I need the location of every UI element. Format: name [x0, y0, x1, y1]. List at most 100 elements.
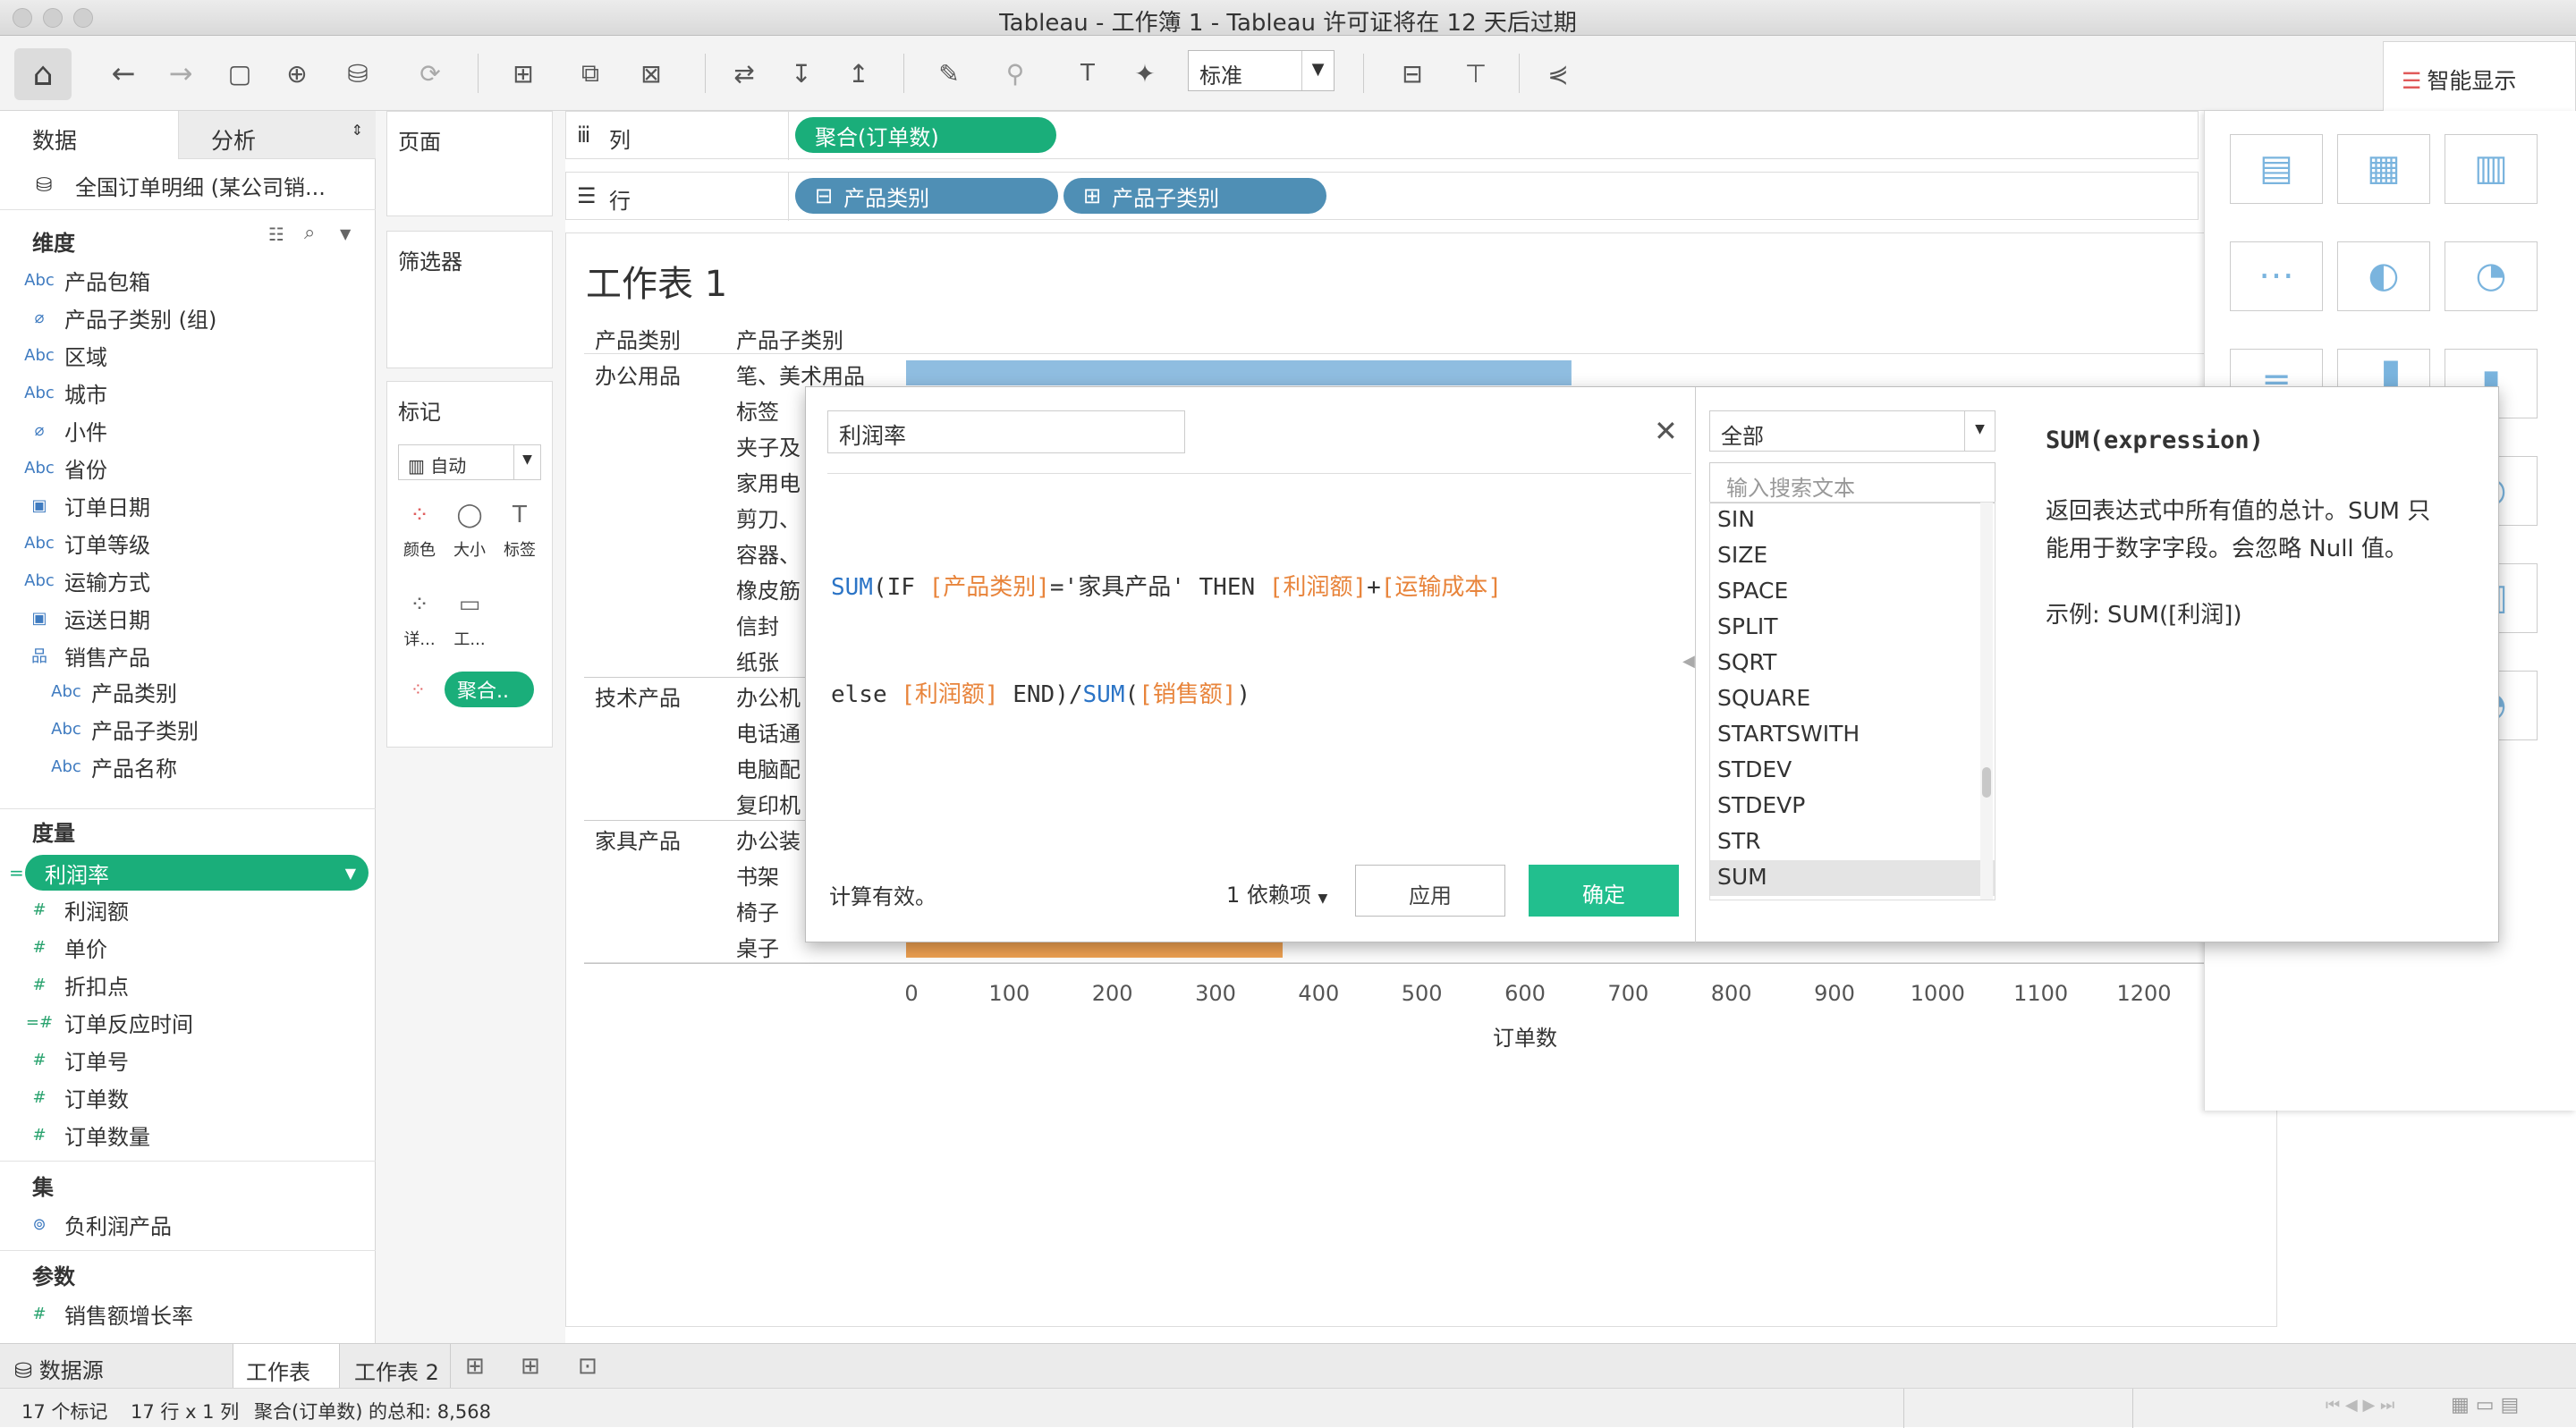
measure-item[interactable]: # 订单数: [14, 1078, 372, 1116]
detail-button[interactable]: ⁘ 详...: [398, 582, 441, 657]
chart-type-thumbnail[interactable]: ◐: [2337, 241, 2430, 311]
formula-editor[interactable]: SUM(IF [产品类别]='家具产品' THEN [利润额]+[运输成本] e…: [831, 498, 1690, 820]
new-datasource-icon[interactable]: ⊕: [274, 54, 320, 93]
dimension-item[interactable]: Abc 产品包箱: [14, 261, 372, 299]
datasource-options-icon[interactable]: ⛁: [331, 54, 385, 93]
rows-pill-subcategory[interactable]: ⊞ 产品子类别: [1063, 178, 1326, 214]
measure-item[interactable]: =# 订单反应时间: [14, 1003, 372, 1041]
datasource-item[interactable]: ⛁ 全国订单明细 (某公司销...: [36, 166, 367, 204]
dependencies-dropdown[interactable]: 1 依赖项 ▼: [1226, 877, 1327, 908]
columns-pill[interactable]: 聚合(订单数): [795, 117, 1056, 153]
dimension-item[interactable]: Abc 订单等级: [14, 524, 372, 562]
measure-item[interactable]: # 单价: [14, 928, 372, 966]
sheet-sorter-icon[interactable]: ▦ ▭ ▤: [2451, 1394, 2519, 1416]
chart-type-thumbnail[interactable]: ◔: [2445, 241, 2538, 311]
function-item[interactable]: SPLIT: [1710, 610, 1995, 646]
function-item[interactable]: SQRT: [1710, 646, 1995, 681]
search-icon[interactable]: ⌕: [304, 222, 315, 244]
function-item[interactable]: SQUARE: [1710, 681, 1995, 717]
group-icon[interactable]: ⚲: [987, 54, 1043, 93]
show-me-button[interactable]: ☰ 智能显示: [2383, 41, 2576, 111]
tab-datasource[interactable]: ⛁ 数据源: [14, 1353, 104, 1384]
clear-sheet-icon[interactable]: ⊠: [624, 54, 678, 93]
new-dashboard-icon[interactable]: ⊞: [521, 1353, 540, 1380]
sheet-navigation-icon[interactable]: ⏮ ◀ ▶ ⏭: [2326, 1396, 2394, 1415]
sort-ascending-icon[interactable]: ↧: [778, 54, 825, 93]
rows-shelf[interactable]: ☰ 行 ⊟ 产品类别 ⊞ 产品子类别: [565, 172, 2199, 221]
save-icon[interactable]: ▢: [216, 54, 263, 93]
hierarchy-child-item[interactable]: Abc 产品名称: [41, 748, 372, 785]
swap-icon[interactable]: ⇄: [721, 54, 767, 93]
function-item[interactable]: STR: [1710, 824, 1995, 860]
sort-descending-icon[interactable]: ↥: [835, 54, 882, 93]
dimension-item[interactable]: Abc 运输方式: [14, 562, 372, 599]
function-item[interactable]: SIZE: [1710, 538, 1995, 574]
new-sheet-icon[interactable]: ⊞: [494, 54, 553, 93]
highlight-icon[interactable]: ✎: [921, 54, 977, 93]
share-icon[interactable]: ⋞: [1535, 54, 1581, 93]
apply-button[interactable]: 应用: [1355, 865, 1505, 917]
redo-icon[interactable]: →: [157, 54, 204, 93]
collapse-panel-icon[interactable]: ◀: [1682, 652, 1695, 671]
function-item[interactable]: SUM: [1710, 860, 1995, 896]
calc-name-field[interactable]: 利润率: [827, 410, 1185, 453]
columns-shelf[interactable]: ⅲ 列 聚合(订单数): [565, 111, 2199, 160]
dimension-item[interactable]: Abc 省份: [14, 449, 372, 486]
label-button[interactable]: T 标签: [498, 493, 541, 568]
function-item[interactable]: SPACE: [1710, 574, 1995, 610]
function-item[interactable]: STDEV: [1710, 753, 1995, 789]
set-item[interactable]: ⊚ 负利润产品: [14, 1205, 372, 1243]
close-icon[interactable]: ✕: [1654, 414, 1678, 448]
tab-sheet-1[interactable]: 工作表 1: [233, 1344, 340, 1411]
scrollbar-thumb[interactable]: [1982, 767, 1991, 798]
measure-item[interactable]: # 订单数量: [14, 1116, 372, 1153]
function-list-scrollbar[interactable]: [1980, 503, 1993, 900]
dimension-item[interactable]: Abc 城市: [14, 374, 372, 411]
measure-pill-profit-rate[interactable]: =# 利润率 ▼: [9, 855, 369, 891]
measure-item[interactable]: # 利润额: [14, 891, 372, 928]
hierarchy-child-item[interactable]: Abc 产品子类别: [41, 710, 372, 748]
dimension-item[interactable]: ▣ 运送日期: [14, 599, 372, 637]
function-list[interactable]: SIN SIZE SPACE SPLIT SQRT SQUARE STARTSWITH STD…: [1709, 502, 1996, 900]
pin-icon[interactable]: ✦: [1122, 54, 1168, 93]
function-search-input[interactable]: 输入搜索文本: [1709, 462, 1996, 503]
new-worksheet-icon[interactable]: ⊞: [465, 1353, 485, 1380]
chart-type-thumbnail[interactable]: ▥: [2445, 134, 2538, 204]
size-button[interactable]: ◯ 大小: [448, 493, 491, 568]
home-icon[interactable]: ⌂: [14, 48, 72, 100]
duplicate-sheet-icon[interactable]: ⧉: [567, 54, 614, 93]
chevron-down-icon[interactable]: ▼: [340, 225, 351, 242]
dimension-item[interactable]: ⌀ 小件: [14, 411, 372, 449]
tooltip-button[interactable]: ▭ 工...: [448, 582, 491, 657]
function-item[interactable]: STARTSWITH: [1710, 717, 1995, 753]
dimension-item[interactable]: ▣ 订单日期: [14, 486, 372, 524]
chart-type-thumbnail[interactable]: ▤: [2230, 134, 2323, 204]
tab-data[interactable]: 数据: [0, 111, 179, 159]
tab-analysis[interactable]: 分析 ⇕: [179, 111, 376, 159]
presentation-icon[interactable]: ⊤: [1453, 54, 1499, 93]
color-button[interactable]: ⁘ 颜色: [398, 493, 441, 568]
view-list-icon[interactable]: ☷: [268, 224, 284, 245]
dimension-item[interactable]: Abc 区域: [14, 336, 372, 374]
function-item[interactable]: SIN: [1710, 503, 1995, 538]
measure-item[interactable]: # 订单号: [14, 1041, 372, 1078]
rows-pill-category[interactable]: ⊟ 产品类别: [795, 178, 1058, 214]
filters-card[interactable]: 筛选器: [386, 231, 553, 368]
chart-type-thumbnail[interactable]: ▦: [2337, 134, 2430, 204]
tab-sheet-2[interactable]: 工作表 2: [343, 1344, 451, 1389]
view-size-select[interactable]: 标准 ▼: [1188, 50, 1335, 91]
function-item[interactable]: TAN: [1710, 896, 1995, 900]
label-icon[interactable]: T: [1064, 54, 1111, 93]
chart-type-thumbnail[interactable]: ⋯: [2230, 241, 2323, 311]
bar[interactable]: [906, 360, 1572, 385]
dimension-item[interactable]: 品销售产品: [14, 637, 372, 674]
pages-card[interactable]: 页面: [386, 111, 553, 216]
hierarchy-child-item[interactable]: Abc 产品类别: [41, 672, 372, 710]
undo-icon[interactable]: ←: [100, 54, 147, 93]
function-item[interactable]: STDEVP: [1710, 789, 1995, 824]
ok-button[interactable]: 确定: [1529, 865, 1679, 917]
measure-item[interactable]: # 折扣点: [14, 966, 372, 1003]
marks-aggregate-pill[interactable]: 聚合..: [445, 672, 534, 707]
show-cards-icon[interactable]: ⊟: [1383, 54, 1442, 93]
function-category-select[interactable]: 全部 ▼: [1709, 410, 1996, 452]
